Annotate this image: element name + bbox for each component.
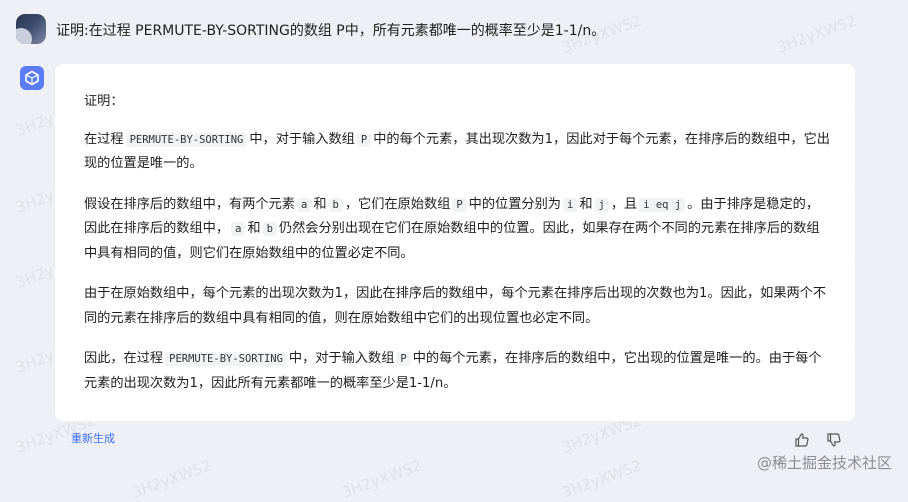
response-title: 证明： (84, 94, 124, 109)
inline-code: j (594, 197, 609, 212)
inline-code: P (452, 197, 467, 212)
response-content: 证明： 在过程 PERMUTE-BY-SORTING 中，对于输入数组 P 中的每个元素… (84, 90, 830, 412)
inline-code: PERMUTE-BY-SORTING (165, 352, 287, 366)
cube-icon (20, 66, 44, 90)
text-span: ，且 (610, 196, 638, 212)
inline-code: a (297, 197, 312, 212)
watermark-text: 3H2yXWS2 (559, 456, 644, 502)
response-paragraph-1: 在过程 PERMUTE-BY-SORTING 中，对于输入数组 P 中的每个元素，其出现… (84, 128, 830, 177)
inline-code: b (328, 197, 343, 212)
watermark-text: 3H2yXWS2 (339, 456, 424, 502)
inline-code: i (562, 197, 578, 212)
response-paragraph-2: 假设在排序后的数组中，有两个元素 a 和 b ，它们在原始数组 P 中的位置分别为 i 和 j ，且… (84, 193, 830, 267)
watermark-text: 3H2yXWS2 (129, 456, 214, 502)
text-span: 和 (247, 221, 261, 236)
text-span: 假设在排序后的数组中，有两个元素 (84, 196, 295, 212)
text-span: 中的位置分别为 (468, 196, 561, 212)
inline-code: PERMUTE-BY-SORTING (125, 132, 248, 147)
thumb-up-icon[interactable] (794, 432, 810, 448)
inline-code: P (396, 352, 411, 366)
response-paragraph-3: 由于在原始数组中，每个元素的出现次数为1，因此在排序后的数组中，每个元素在排序后… (84, 286, 827, 326)
inline-code: b (262, 222, 277, 236)
user-avatar (16, 14, 46, 44)
text-span: 和 (313, 196, 327, 212)
text-span: 和 (579, 196, 593, 212)
thumb-down-icon[interactable] (826, 432, 842, 448)
inline-code: P (356, 132, 372, 147)
text-span: 中，对于输入数组 (249, 131, 355, 147)
text-span: 中，对于输入数组 (288, 351, 395, 366)
response-paragraph-4: 因此，在过程 PERMUTE-BY-SORTING 中，对于输入数组 P 中的每个元素，… (84, 347, 830, 396)
assistant-response-card: 证明： 在过程 PERMUTE-BY-SORTING 中，对于输入数组 P 中的每个元素… (55, 64, 855, 421)
text-span: 在过程 (84, 131, 124, 147)
site-watermark: @稀土掘金技术社区 (756, 454, 892, 472)
user-message: 证明:在过程 PERMUTE-BY-SORTING的数组 P中，所有元素都唯一的… (0, 0, 908, 60)
inline-code: i eq j (639, 197, 686, 212)
text-span: ，它们在原始数组 (344, 196, 451, 212)
user-message-text: 证明:在过程 PERMUTE-BY-SORTING的数组 P中，所有元素都唯一的… (56, 23, 606, 39)
regenerate-button[interactable]: 重新生成 (71, 430, 115, 446)
inline-code: a (231, 222, 246, 236)
text-span: 因此，在过程 (84, 351, 164, 366)
